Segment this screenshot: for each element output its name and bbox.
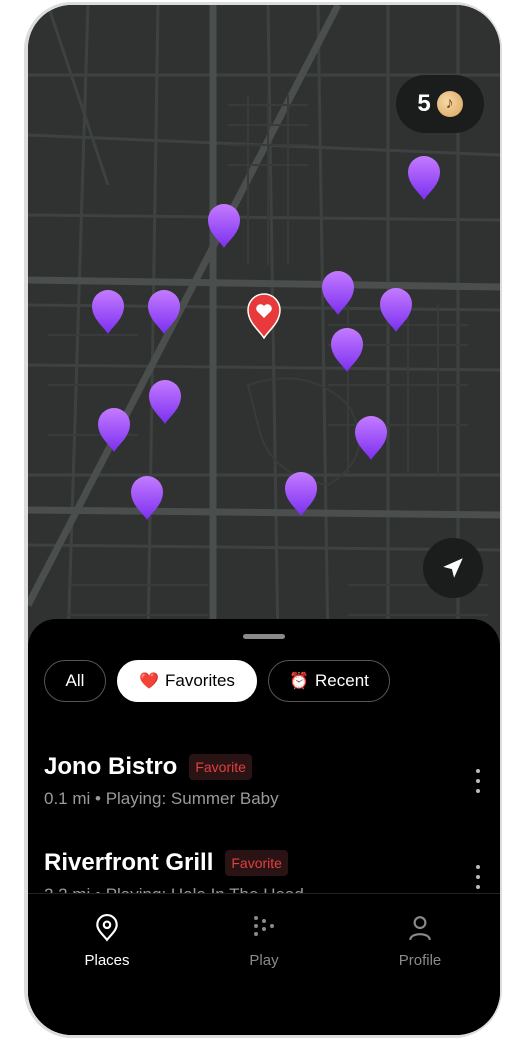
user-icon xyxy=(409,916,431,941)
tab-places[interactable]: Places xyxy=(47,914,167,969)
heart-icon: ❤️ xyxy=(139,673,159,690)
map-pin[interactable] xyxy=(207,203,241,249)
map-pin[interactable] xyxy=(130,475,164,521)
play-dots-icon xyxy=(254,916,274,936)
locate-me-button[interactable] xyxy=(423,538,483,598)
place-name: Jono Bistro xyxy=(44,753,178,780)
map-pin[interactable] xyxy=(147,289,181,335)
filter-chip-all[interactable]: All xyxy=(44,660,106,702)
map-pin[interactable] xyxy=(407,155,441,201)
coin-balance-badge[interactable]: 5 ♪ xyxy=(396,75,484,133)
tab-label: Places xyxy=(84,952,130,969)
app-screen: 5 ♪ All ❤️ Favorites ⏰ Recent Jono Bistr… xyxy=(28,5,500,1035)
navigation-arrow-icon xyxy=(443,558,463,578)
map-pin[interactable] xyxy=(321,270,355,316)
map-pin[interactable] xyxy=(354,415,388,461)
favorite-badge: Favorite xyxy=(189,754,252,780)
place-list-item[interactable]: Jono Bistro Favorite 0.1 mi • Playing: S… xyxy=(44,753,484,809)
map-pin[interactable] xyxy=(330,327,364,373)
filter-chip-favorites[interactable]: ❤️ Favorites xyxy=(117,660,257,702)
coin-count: 5 xyxy=(417,90,431,117)
location-pin-icon xyxy=(96,914,118,942)
map-view[interactable]: 5 ♪ xyxy=(28,5,500,645)
place-subtitle: 0.1 mi • Playing: Summer Baby xyxy=(44,789,279,808)
alarm-clock-icon: ⏰ xyxy=(289,673,310,690)
filter-chips: All ❤️ Favorites ⏰ Recent xyxy=(44,660,390,702)
tab-play[interactable]: Play xyxy=(204,914,324,969)
tab-label: Play xyxy=(249,952,279,969)
filter-chip-label: All xyxy=(65,671,85,690)
more-options-icon[interactable] xyxy=(468,865,488,889)
map-pin[interactable] xyxy=(91,289,125,335)
music-note-coin-icon: ♪ xyxy=(436,91,463,117)
map-pin[interactable] xyxy=(97,407,131,453)
tab-profile[interactable]: Profile xyxy=(360,914,480,969)
favorite-badge: Favorite xyxy=(225,850,288,876)
filter-chip-label: Favorites xyxy=(165,671,235,690)
sheet-drag-handle[interactable] xyxy=(243,634,285,639)
favorite-map-pin[interactable] xyxy=(247,293,281,339)
tab-label: Profile xyxy=(398,952,442,969)
map-pin[interactable] xyxy=(284,471,318,517)
bottom-tab-bar: Places Play Profile xyxy=(28,893,500,1035)
map-pin[interactable] xyxy=(148,379,182,425)
filter-chip-label: Recent xyxy=(315,671,369,690)
place-name: Riverfront Grill xyxy=(44,849,214,876)
map-pin[interactable] xyxy=(379,287,413,333)
filter-chip-recent[interactable]: ⏰ Recent xyxy=(268,660,390,702)
more-options-icon[interactable] xyxy=(468,769,488,793)
